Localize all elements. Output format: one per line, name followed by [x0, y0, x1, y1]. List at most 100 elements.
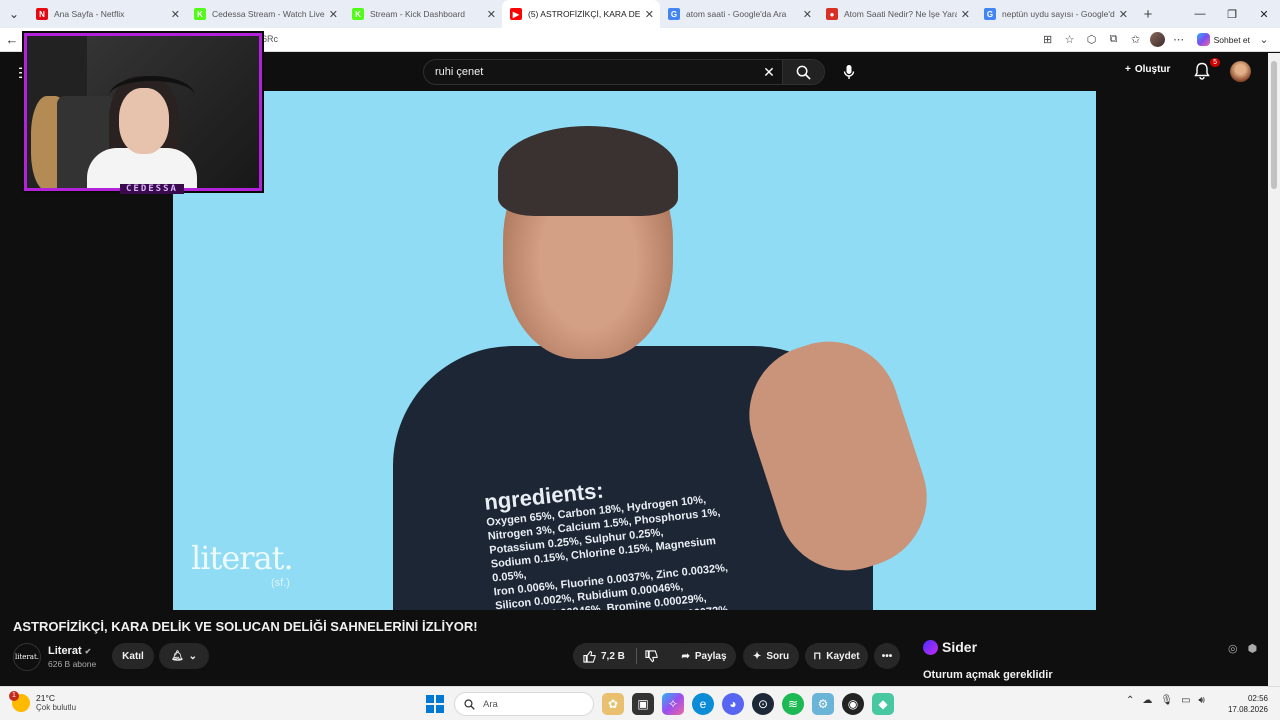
window-controls: — ❐ ✕	[1184, 8, 1280, 21]
split-screen-icon[interactable]: ⧉	[1106, 32, 1122, 48]
close-tab-icon[interactable]: ✕	[803, 8, 812, 21]
discord-app-icon[interactable]: ◕	[722, 693, 744, 715]
close-tab-icon[interactable]: ✕	[961, 8, 970, 21]
windows-taskbar: 1 21°C Çok bulutlu Ara ✿ ▣ ✧ e ◕ ⊙ ≋ ⚙ ◉…	[0, 686, 1280, 720]
browser-tab-strip: ⌄ N Ana Sayfa - Netflix ✕ K Cedessa Stream -…	[0, 0, 1280, 28]
channel-name-link[interactable]: Literat ✔	[48, 645, 91, 657]
browser-tab[interactable]: Gatom saati - Google'da Ara ✕	[660, 0, 818, 28]
weather-condition: Çok bulutlu	[36, 703, 77, 712]
subscription-bell-button[interactable]: 🔔︎ ⌄	[159, 643, 209, 669]
sider-toolbar: ◎ ⬢	[1228, 642, 1257, 655]
edge-browser-icon[interactable]: e	[692, 693, 714, 715]
search-box[interactable]: ruhi çenet ✕	[423, 59, 825, 85]
sider-login-message[interactable]: Oturum açmak gereklidir	[923, 669, 1053, 681]
task-view-icon[interactable]: ▣	[632, 693, 654, 715]
thumbs-up-icon	[583, 650, 596, 663]
sider-name: Sider	[942, 639, 978, 655]
account-avatar[interactable]	[1230, 61, 1251, 82]
search-icon	[464, 698, 475, 710]
sparkle-icon: ✦	[752, 650, 762, 662]
steam-app-icon[interactable]: ⊙	[752, 693, 774, 715]
browser-tab[interactable]: ▶ (5) ASTROFİZİKÇİ, KARA DELİ ✕	[502, 0, 660, 28]
widgets-app-icon[interactable]: ✿	[602, 693, 624, 715]
weather-sun-icon: 1	[9, 690, 30, 712]
sider-apps-icon[interactable]: ⬢	[1248, 642, 1258, 655]
browser-tab[interactable]: Gneptün uydu sayısı - Google'da Ar ✕	[976, 0, 1134, 28]
kick-icon: K	[352, 8, 364, 20]
obs-app-icon[interactable]: ◉	[842, 693, 864, 715]
browser-tab[interactable]: K Stream - Kick Dashboard ✕	[344, 0, 502, 28]
streamer-webcam-overlay: CEDESSA	[24, 33, 264, 198]
profile-avatar[interactable]	[1149, 32, 1165, 47]
close-tab-icon[interactable]: ✕	[645, 8, 654, 21]
weather-widget[interactable]: 1 21°C Çok bulutlu	[9, 690, 77, 712]
like-divider	[636, 648, 637, 664]
microphone-icon	[843, 65, 855, 79]
tab-title: neptün uydu sayısı - Google'da Ar	[1002, 9, 1115, 19]
new-tab-button[interactable]: +	[1134, 6, 1162, 23]
notifications-button[interactable]: 5	[1194, 58, 1220, 82]
ask-button[interactable]: ✦ Soru	[743, 643, 799, 669]
close-tab-icon[interactable]: ✕	[329, 8, 338, 21]
like-count: 7,2 B	[601, 650, 625, 662]
network-app-icon[interactable]: ◆	[872, 693, 894, 715]
thumbs-down-icon[interactable]	[645, 649, 658, 663]
browser-tab[interactable]: K Cedessa Stream - Watch Live on K ✕	[186, 0, 344, 28]
share-label: Paylaş	[694, 650, 727, 662]
back-arrow-icon[interactable]: ←	[0, 32, 24, 47]
settings-gear-icon[interactable]: ⚙	[812, 693, 834, 715]
taskbar-search[interactable]: Ara	[454, 692, 594, 716]
app-available-icon[interactable]: ⊞	[1040, 32, 1056, 48]
channel-avatar[interactable]: literat.	[13, 643, 41, 671]
video-player[interactable]: ngredients: Oxygen 65%, Carbon 18%, Hydr…	[173, 91, 1096, 610]
spotify-app-icon[interactable]: ≋	[782, 693, 804, 715]
minimize-icon[interactable]: —	[1184, 8, 1216, 21]
more-options-icon[interactable]: ⋯	[1171, 32, 1187, 48]
clear-search-icon[interactable]: ✕	[756, 64, 782, 81]
search-button[interactable]	[782, 60, 824, 84]
join-button[interactable]: Katıl	[112, 643, 154, 669]
tab-actions-menu-icon[interactable]: ⌄	[0, 0, 28, 28]
close-tab-icon[interactable]: ✕	[171, 8, 180, 21]
weather-temperature: 21°C	[36, 693, 55, 703]
clock-date: 17.08.2026	[1227, 705, 1268, 714]
extensions-icon[interactable]: ⬡	[1084, 32, 1100, 48]
close-window-icon[interactable]: ✕	[1248, 8, 1280, 21]
bell-outline-icon: 🔔︎	[170, 650, 184, 662]
voice-search-button[interactable]	[838, 61, 860, 83]
plus-icon: +	[1125, 64, 1131, 75]
chevron-up-icon[interactable]: ⌃	[1126, 695, 1134, 706]
sider-settings-icon[interactable]: ◎	[1228, 642, 1238, 655]
browser-tab[interactable]: ● Atom Saati Nedir? Ne İşe Yarar? N ✕	[818, 0, 976, 28]
share-button[interactable]: ➦ Paylaş	[672, 643, 736, 669]
restore-icon[interactable]: ❐	[1216, 8, 1248, 21]
taskbar-search-label: Ara	[483, 698, 498, 710]
chevron-down-icon: ⌄	[188, 650, 198, 662]
favorites-icon[interactable]: ✩	[1128, 32, 1144, 48]
display-icon[interactable]: ▭	[1181, 695, 1190, 706]
close-tab-icon[interactable]: ✕	[487, 8, 496, 21]
favorite-star-icon[interactable]: ☆	[1062, 32, 1078, 48]
scrollbar-thumb[interactable]	[1271, 61, 1277, 189]
channel-watermark: literat.	[191, 539, 294, 577]
copilot-app-icon[interactable]: ✧	[662, 693, 684, 715]
cloud-icon[interactable]: ☁	[1142, 695, 1152, 706]
copilot-button[interactable]: Sohbet et	[1196, 33, 1250, 46]
more-actions-icon[interactable]: •••	[874, 643, 900, 669]
start-windows-icon[interactable]	[424, 693, 446, 715]
browser-tab[interactable]: N Ana Sayfa - Netflix ✕	[28, 0, 186, 28]
search-input[interactable]: ruhi çenet	[424, 66, 756, 78]
search-icon	[796, 65, 811, 80]
page-scrollbar[interactable]	[1268, 53, 1280, 686]
chevron-down-icon[interactable]: ⌄	[1256, 32, 1272, 48]
system-tray: ⌃ ☁ 🎙︎ ▭ 🔊︎	[1126, 695, 1205, 706]
close-tab-icon[interactable]: ✕	[1119, 8, 1128, 21]
create-button[interactable]: + Oluştur	[1125, 64, 1170, 75]
webcam-headset	[109, 76, 195, 116]
save-button[interactable]: ⊓ Kaydet	[805, 643, 868, 669]
youtube-icon: ▶	[510, 8, 522, 20]
kick-icon: K	[194, 8, 206, 20]
system-clock[interactable]: 02:56 17.08.2026	[1198, 693, 1268, 715]
microphone-tray-icon[interactable]: 🎙︎	[1160, 695, 1173, 706]
tab-title: Cedessa Stream - Watch Live on K	[212, 9, 325, 19]
